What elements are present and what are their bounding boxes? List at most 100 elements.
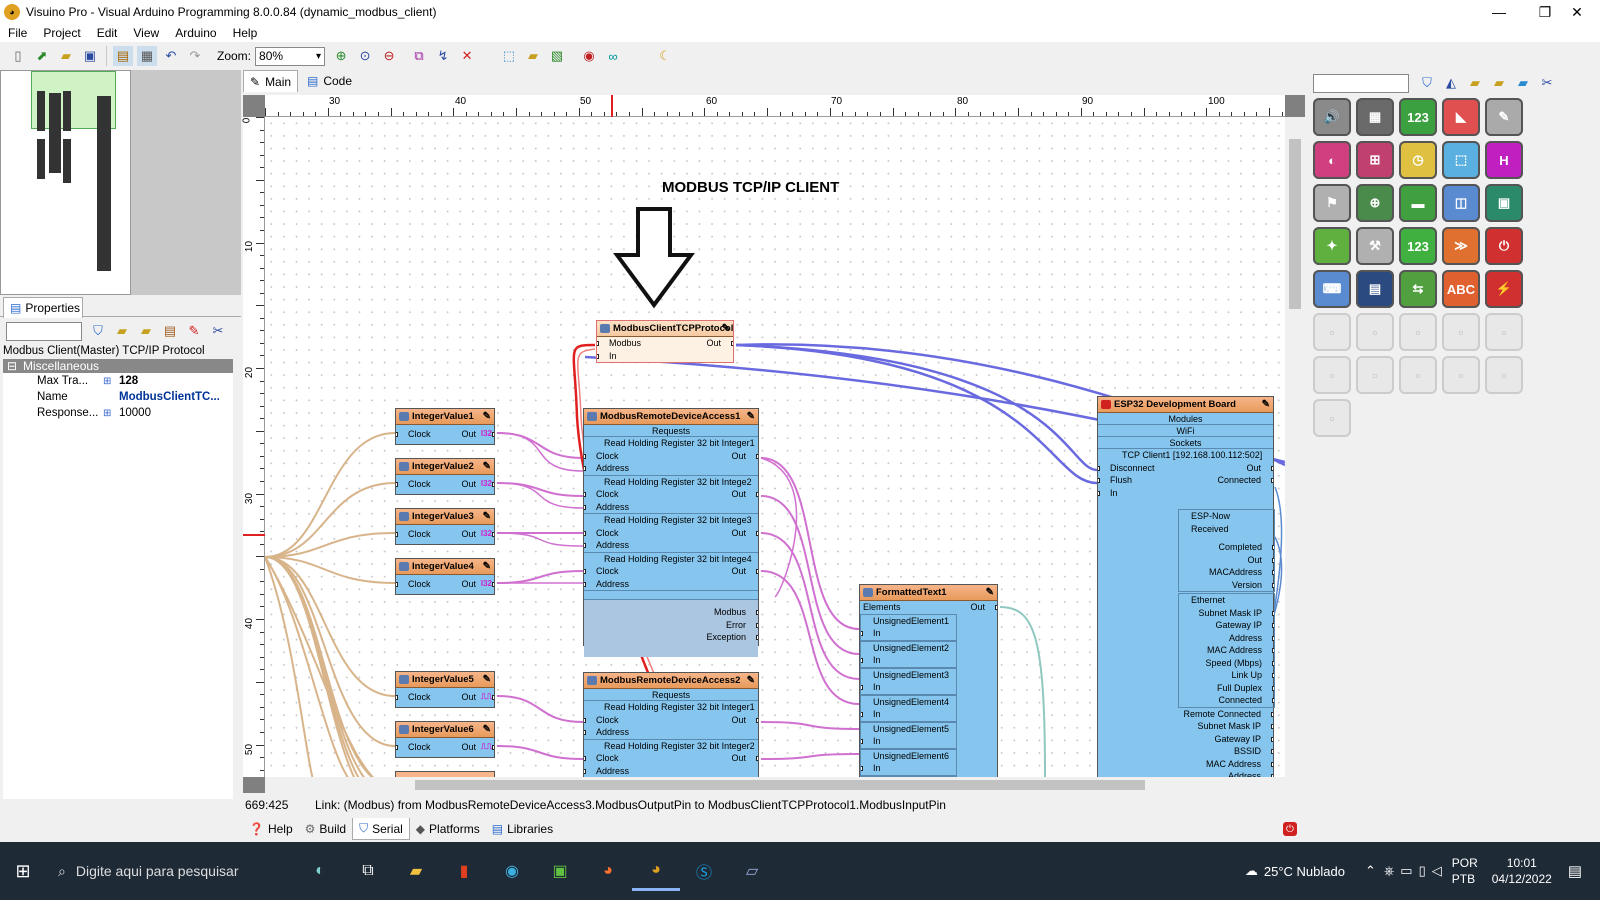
wrench-icon[interactable]: ✎ — [747, 675, 755, 686]
pin[interactable] — [396, 482, 398, 487]
menu-help[interactable]: Help — [225, 24, 266, 42]
clock[interactable]: 10:01 04/12/2022 — [1492, 855, 1552, 887]
palette-category-icon[interactable]: ▫ — [1399, 313, 1437, 351]
property-row[interactable]: Response... ⊞ 10000 — [3, 405, 233, 421]
wire[interactable] — [999, 606, 1046, 777]
wrench-icon[interactable]: ✎ — [483, 511, 491, 522]
pin[interactable] — [584, 504, 586, 510]
pin[interactable] — [1271, 736, 1273, 742]
integer-value-node[interactable]: IntegerValue1 ✎ Clock Out I32 — [395, 408, 495, 445]
palette-category-icon[interactable]: ▫ — [1485, 356, 1523, 394]
pin[interactable] — [861, 685, 863, 690]
request-item[interactable]: Read Holding Register 32 bit Integer1 Clo… — [584, 437, 758, 476]
wrench-icon[interactable]: ✎ — [483, 724, 491, 735]
skype-icon[interactable]: Ⓢ — [680, 851, 728, 891]
tab-build[interactable]: ⚙ Build — [299, 818, 352, 840]
node-header[interactable]: ModbusClientTCPProtocol1 ✎ — [597, 321, 733, 337]
tab-libraries[interactable]: ▤ Libraries — [486, 818, 559, 840]
element-item[interactable]: UnsignedElement4 In — [860, 694, 957, 722]
wire[interactable] — [760, 721, 860, 730]
new-file-icon[interactable]: ▯ — [8, 46, 28, 66]
menu-view[interactable]: View — [125, 24, 167, 42]
palette-category-icon[interactable]: ⌨ — [1313, 270, 1351, 308]
property-row[interactable]: Name ModbusClientTC... — [3, 389, 233, 405]
palette-category-icon[interactable]: ⬚ — [1442, 141, 1480, 179]
pin[interactable] — [1098, 465, 1100, 471]
palette-category-icon[interactable]: ▫ — [1442, 313, 1480, 351]
pin[interactable] — [1272, 698, 1274, 703]
modbus-remote-node[interactable]: ModbusRemoteDeviceAccess1 ✎ Requests Read… — [583, 408, 759, 657]
wire[interactable] — [735, 343, 1098, 485]
zoom-out-icon[interactable]: ⊖ — [379, 46, 399, 66]
tab-main[interactable]: ✎ Main — [243, 70, 299, 92]
folder-icon[interactable]: ▰ — [1465, 73, 1485, 93]
pin[interactable] — [1272, 545, 1274, 550]
palette-category-icon[interactable]: 123 — [1399, 98, 1437, 136]
scroll-thumb[interactable] — [415, 780, 1145, 790]
wire[interactable] — [265, 556, 396, 584]
filter-icon[interactable]: ⛉ — [1417, 73, 1437, 93]
integer-value-node[interactable]: IntegerValue3 ✎ Clock Out I32 — [395, 508, 495, 545]
palette-category-icon[interactable]: ABC — [1442, 270, 1480, 308]
palette-category-icon[interactable]: 🔊 — [1313, 98, 1351, 136]
integer-value-node[interactable]: IntegerValue6 ✎ Clock Out ⎍⎍ — [395, 721, 495, 758]
wrench-icon[interactable]: ✎ — [1262, 399, 1270, 410]
pin[interactable] — [584, 717, 586, 723]
pin[interactable] — [396, 582, 398, 587]
wire[interactable] — [735, 343, 1098, 472]
pin[interactable] — [584, 730, 586, 735]
network-icon[interactable]: ▯ — [1419, 863, 1426, 879]
wire[interactable] — [496, 570, 584, 584]
pin[interactable] — [861, 631, 863, 636]
zoom-fit-icon[interactable]: ⊙ — [355, 46, 375, 66]
palette-category-icon[interactable]: ▫ — [1313, 356, 1351, 394]
menu-file[interactable]: File — [0, 24, 35, 42]
element-item[interactable]: UnsignedElement6 In — [860, 748, 957, 776]
palette-category-icon[interactable]: ⚒ — [1356, 227, 1394, 265]
pin[interactable] — [1272, 623, 1274, 628]
theme-icon[interactable]: ☾ — [655, 46, 675, 66]
stm32-icon[interactable]: ▣ — [536, 851, 584, 891]
connect-icon[interactable]: ↯ — [433, 46, 453, 66]
undo-icon[interactable]: ↶ — [161, 46, 181, 66]
upload-icon[interactable]: ◉ — [579, 46, 599, 66]
palette-category-icon[interactable]: H — [1485, 141, 1523, 179]
pin[interactable] — [1272, 610, 1274, 616]
integer-value-node[interactable]: IntegerValue4 ✎ Clock Out I32 — [395, 558, 495, 595]
firefox-icon[interactable]: ◕ — [584, 851, 632, 891]
wire[interactable] — [265, 556, 395, 777]
wire[interactable] — [265, 482, 396, 558]
windows-start-icon[interactable]: ⊞ — [0, 851, 46, 891]
tab-code[interactable]: ▤ Code — [301, 70, 358, 92]
library-icon[interactable]: ⬚ — [499, 46, 519, 66]
open-file-icon[interactable]: ⬈ — [32, 46, 52, 66]
edit-icon[interactable]: ⊞ — [103, 376, 119, 387]
visuino-taskbar-icon[interactable]: ◕ — [632, 851, 680, 891]
pin[interactable] — [756, 635, 758, 640]
horizontal-scrollbar[interactable] — [265, 777, 1285, 793]
property-row[interactable]: Max Tra... ⊞ 128 — [3, 373, 233, 389]
pin[interactable] — [1272, 673, 1274, 678]
palette-search-input[interactable] — [1313, 73, 1409, 93]
wrench-icon[interactable]: ✎ — [483, 674, 491, 685]
zoom-in-icon[interactable]: ⊕ — [331, 46, 351, 66]
pin[interactable] — [584, 768, 586, 774]
cortana-icon[interactable]: ◐ — [296, 851, 344, 891]
pin[interactable] — [861, 712, 863, 717]
wire[interactable] — [496, 745, 584, 760]
node-header[interactable]: IntegerValue3 ✎ — [396, 509, 494, 525]
modbus-client-node[interactable]: ModbusClientTCPProtocol1 ✎ Modbus Out In — [596, 320, 734, 363]
pin[interactable] — [756, 492, 758, 497]
node-header[interactable]: ESP32 Development Board ✎ — [1098, 397, 1273, 413]
zoom-select[interactable]: 80% — [255, 46, 326, 66]
pin[interactable] — [861, 766, 863, 771]
node-header[interactable]: FormattedText1 ✎ — [860, 585, 997, 601]
tab-help[interactable]: ❓ Help — [243, 818, 299, 840]
expand-icon[interactable]: ▰ — [112, 321, 132, 341]
palette-category-icon[interactable]: ◷ — [1399, 141, 1437, 179]
pin[interactable] — [1271, 724, 1273, 729]
minimap[interactable] — [0, 70, 131, 295]
notifications-icon[interactable]: ▤ — [1568, 862, 1582, 880]
tools-icon[interactable]: ✂ — [208, 321, 228, 341]
wrench-icon[interactable]: ✎ — [483, 461, 491, 472]
